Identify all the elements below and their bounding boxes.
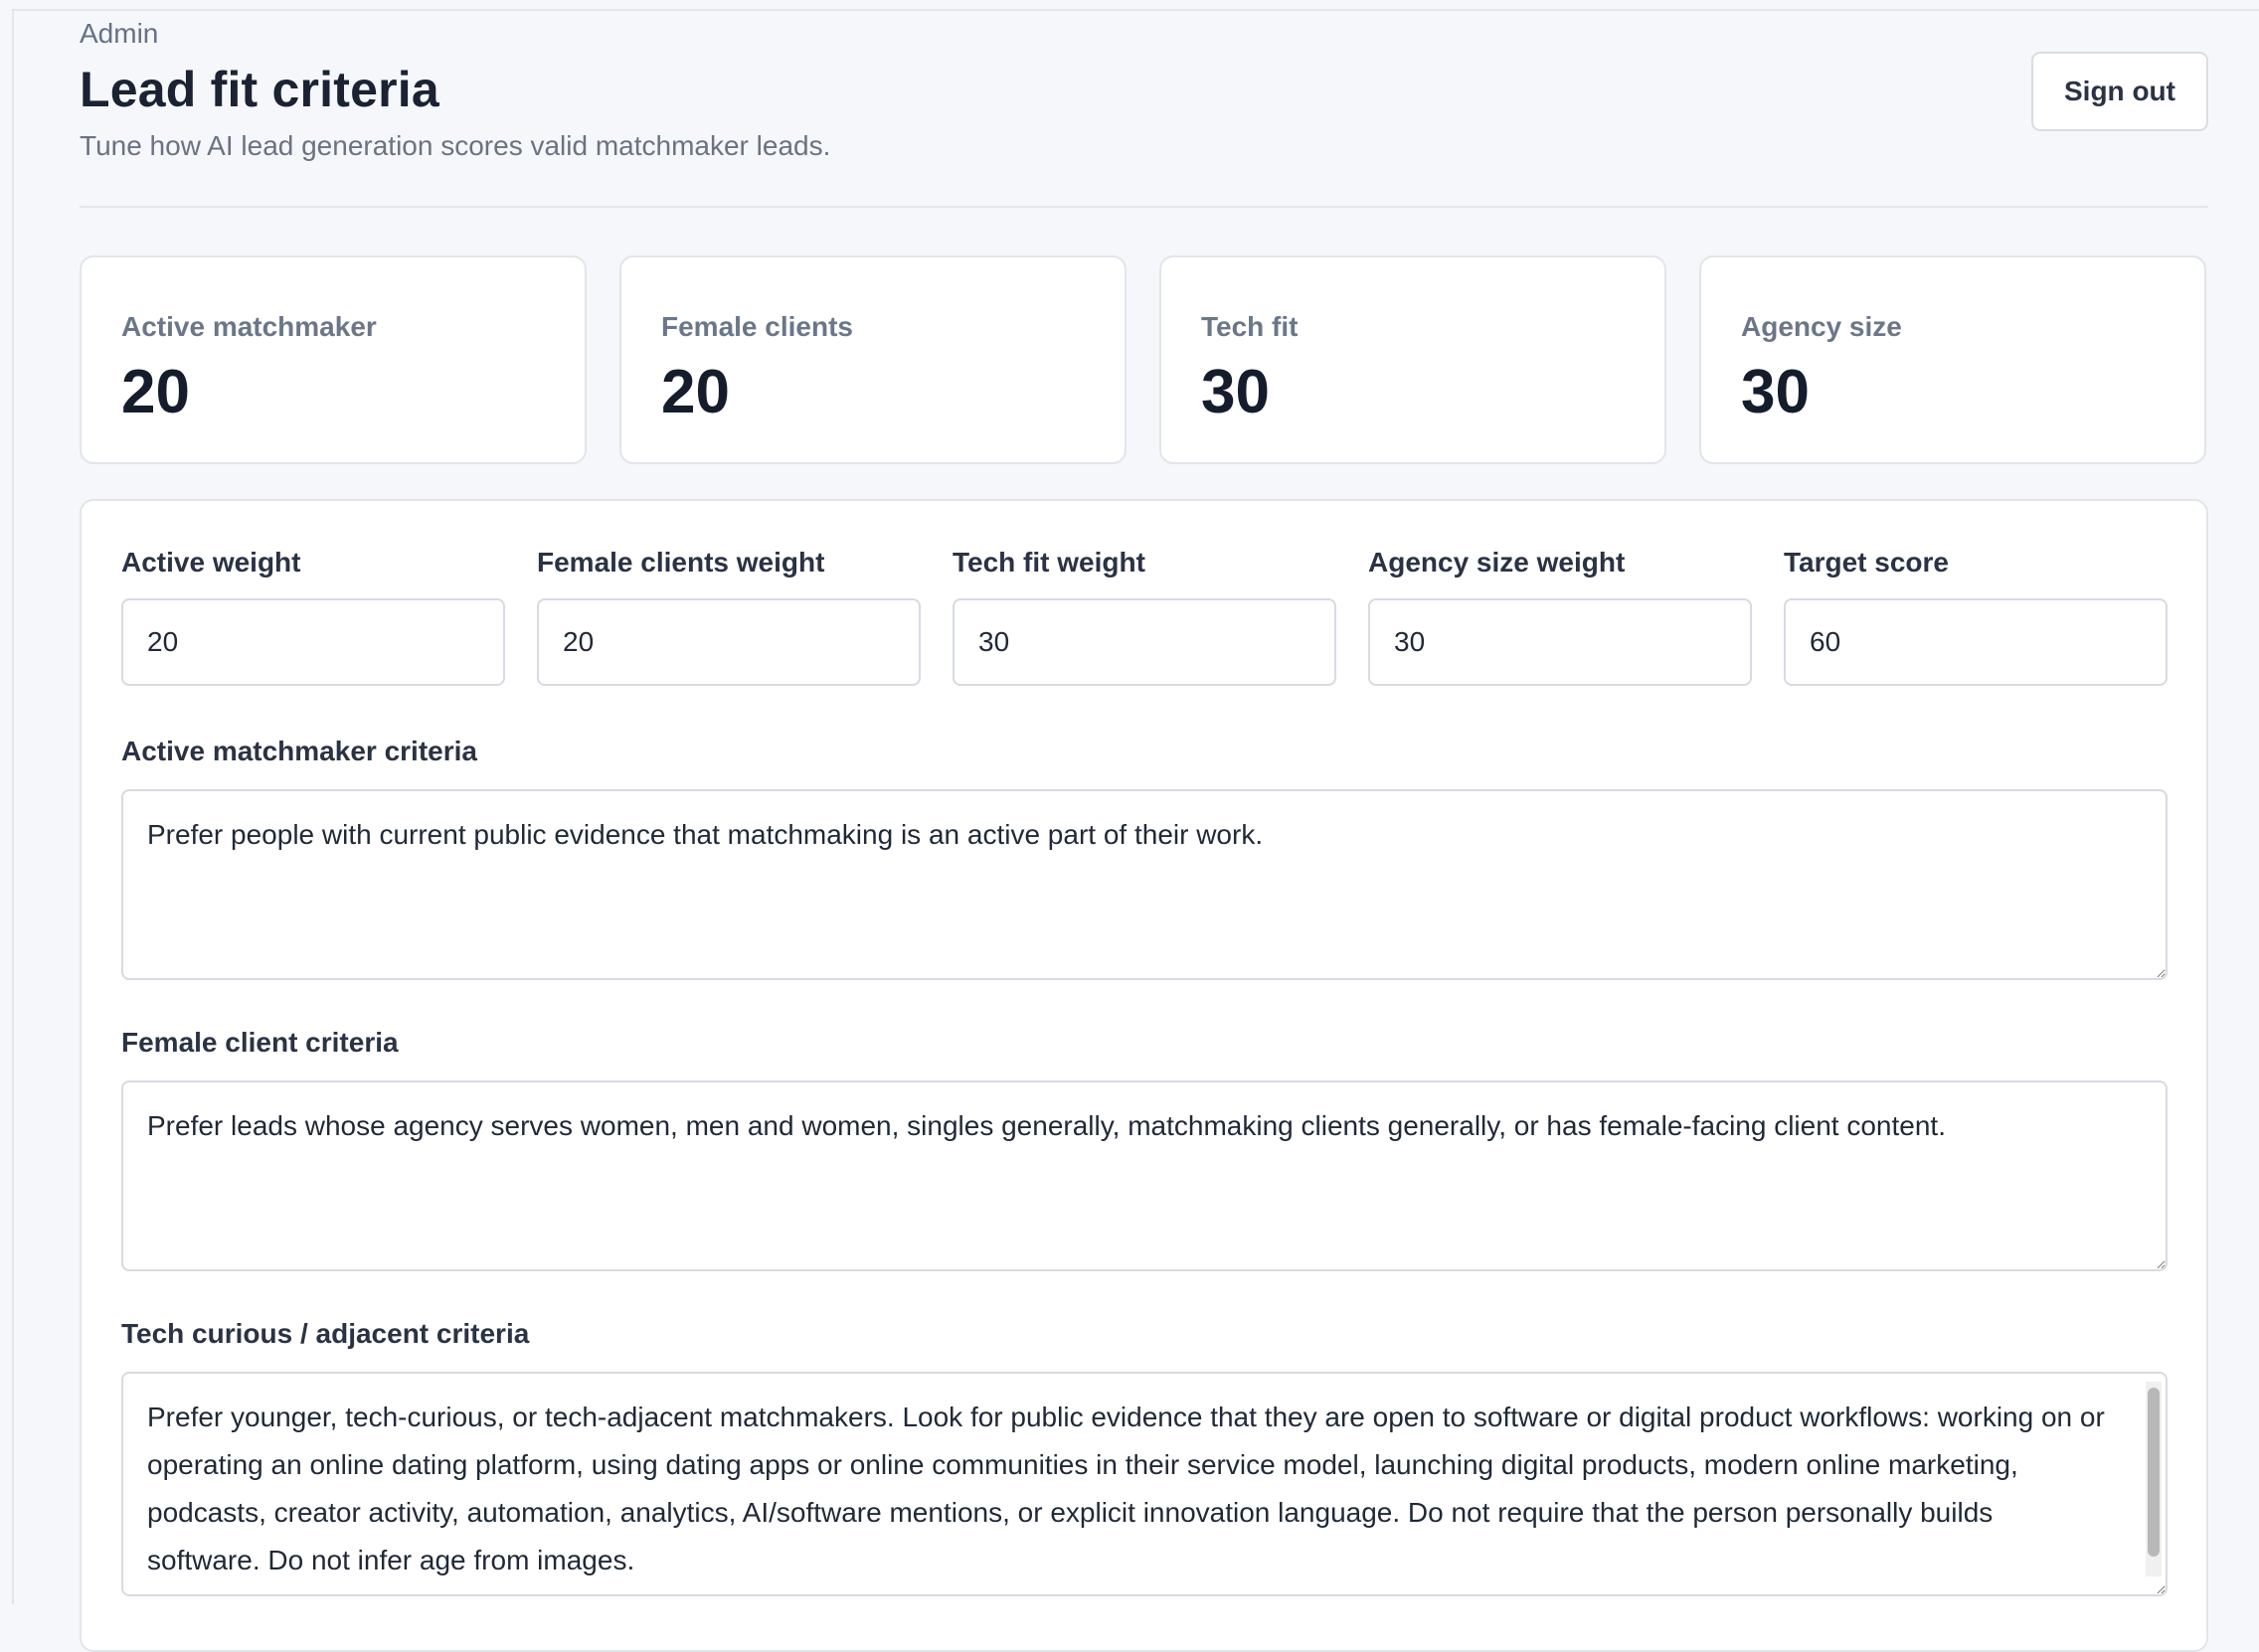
active-matchmaker-criteria-label: Active matchmaker criteria — [121, 734, 2168, 771]
stat-value: 30 — [1741, 357, 1810, 427]
breadcrumb: Admin — [80, 18, 158, 50]
active-weight-field: Active weight — [121, 545, 505, 686]
target-score-input[interactable] — [1784, 598, 2168, 686]
stat-card-tech-fit: Tech fit 30 — [1159, 255, 1666, 464]
agency-size-weight-label: Agency size weight — [1368, 545, 1752, 598]
agency-size-weight-field: Agency size weight — [1368, 545, 1752, 686]
stat-value: 20 — [121, 357, 190, 427]
tech-fit-weight-field: Tech fit weight — [953, 545, 1336, 686]
tech-curious-criteria-field: Tech curious / adjacent criteria Prefer … — [121, 1316, 2168, 1601]
stat-card-agency-size: Agency size 30 — [1699, 255, 2206, 464]
tech-fit-weight-input[interactable] — [953, 598, 1336, 686]
active-matchmaker-criteria-field: Active matchmaker criteria Prefer people… — [121, 734, 2168, 985]
female-client-criteria-textarea[interactable]: Prefer leads whose agency serves women, … — [121, 1080, 2168, 1271]
stat-value: 20 — [661, 357, 730, 427]
female-clients-weight-input[interactable] — [537, 598, 921, 686]
female-clients-weight-field: Female clients weight — [537, 545, 921, 686]
scrollbar-thumb[interactable] — [2148, 1388, 2160, 1557]
stat-label: Agency size — [1741, 311, 1902, 343]
weights-row: Active weight Female clients weight Tech… — [121, 545, 2168, 686]
tech-fit-weight-label: Tech fit weight — [953, 545, 1336, 598]
header-divider — [80, 206, 2208, 208]
app-shell: Admin Lead fit criteria Tune how AI lead… — [12, 9, 2259, 1604]
stat-label: Female clients — [661, 311, 853, 343]
textarea-scrollbar[interactable] — [2146, 1382, 2162, 1576]
active-matchmaker-criteria-textarea[interactable]: Prefer people with current public eviden… — [121, 789, 2168, 980]
page-subtitle: Tune how AI lead generation scores valid… — [80, 130, 830, 162]
stat-label: Active matchmaker — [121, 311, 377, 343]
female-clients-weight-label: Female clients weight — [537, 545, 921, 598]
stat-card-female-clients: Female clients 20 — [619, 255, 1127, 464]
agency-size-weight-input[interactable] — [1368, 598, 1752, 686]
criteria-form: Active weight Female clients weight Tech… — [80, 499, 2208, 1652]
stat-label: Tech fit — [1201, 311, 1298, 343]
stats-row: Active matchmaker 20 Female clients 20 T… — [80, 255, 2208, 464]
stat-value: 30 — [1201, 357, 1270, 427]
target-score-label: Target score — [1784, 545, 2168, 598]
sign-out-button[interactable]: Sign out — [2031, 52, 2208, 131]
active-weight-label: Active weight — [121, 545, 505, 598]
tech-curious-criteria-textarea[interactable]: Prefer younger, tech-curious, or tech-ad… — [121, 1372, 2168, 1596]
target-score-field: Target score — [1784, 545, 2168, 686]
tech-curious-criteria-label: Tech curious / adjacent criteria — [121, 1316, 2168, 1354]
stat-card-active-matchmaker: Active matchmaker 20 — [80, 255, 587, 464]
female-client-criteria-label: Female client criteria — [121, 1025, 2168, 1063]
page-title: Lead fit criteria — [80, 61, 439, 118]
active-weight-input[interactable] — [121, 598, 505, 686]
female-client-criteria-field: Female client criteria Prefer leads whos… — [121, 1025, 2168, 1276]
